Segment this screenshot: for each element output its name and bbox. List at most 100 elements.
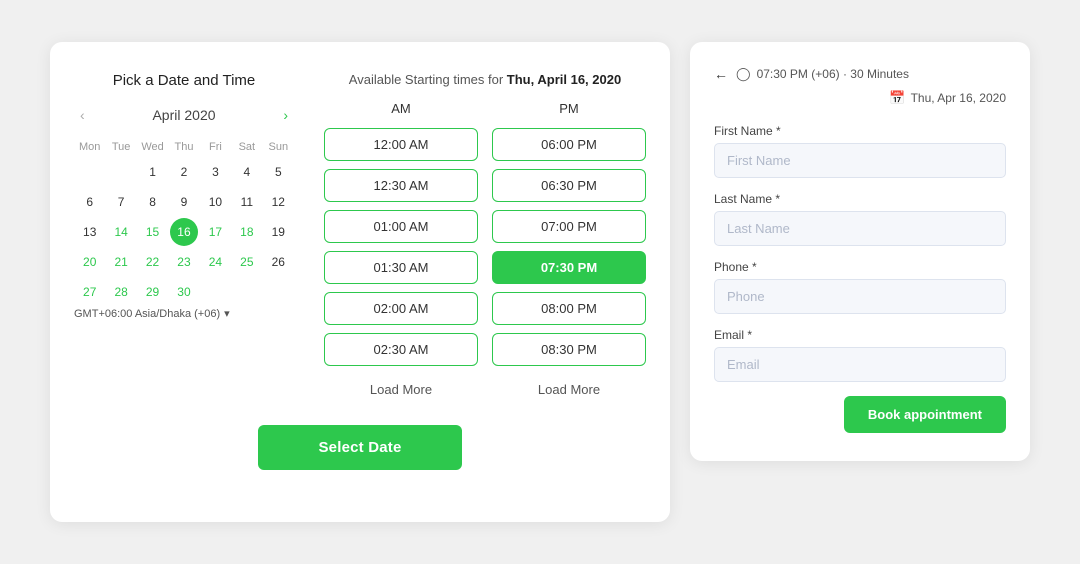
load-more-am[interactable]: Load More [324, 382, 478, 397]
am-header: AM [324, 101, 478, 116]
timezone-label: GMT+06:00 Asia/Dhaka (+06) [74, 308, 220, 320]
calendar-cell-selected[interactable]: 16 [170, 218, 198, 246]
timezone-dropdown-icon: ▾ [224, 307, 230, 320]
calendar-cell[interactable]: 26 [264, 248, 292, 276]
calendar-cell[interactable]: 14 [107, 218, 135, 246]
calendar-nav: ‹ April 2020 › [74, 105, 294, 125]
calendar-month-year: April 2020 [152, 107, 215, 123]
calendar-cell[interactable]: 20 [76, 248, 104, 276]
time-slot-pm-0630[interactable]: 06:30 PM [492, 169, 646, 202]
calendar-week-5: 27 28 29 30 [74, 277, 294, 307]
calendar-grid: Mon Tue Wed Thu Fri Sat Sun 1 2 3 [74, 137, 294, 307]
calendar-header-sat: Sat [231, 137, 262, 157]
next-month-button[interactable]: › [277, 105, 294, 125]
calendar-cell [107, 158, 135, 186]
calendar-title: Pick a Date and Time [74, 72, 294, 89]
time-slot-am-0100[interactable]: 01:00 AM [324, 210, 478, 243]
email-group: Email * [714, 328, 1006, 382]
calendar-week-2: 6 7 8 9 10 11 12 [74, 187, 294, 217]
last-name-label: Last Name * [714, 192, 1006, 206]
calendar-cell[interactable]: 7 [107, 188, 135, 216]
calendar-cell[interactable]: 21 [107, 248, 135, 276]
calendar-cell[interactable]: 25 [233, 248, 261, 276]
time-slot-am-0130[interactable]: 01:30 AM [324, 251, 478, 284]
phone-group: Phone * [714, 260, 1006, 314]
calendar-cell[interactable]: 4 [233, 158, 261, 186]
calendar-cell[interactable]: 10 [201, 188, 229, 216]
calendar-cell[interactable]: 22 [139, 248, 167, 276]
calendar-header-wed: Wed [137, 137, 168, 157]
calendar-cell[interactable]: 29 [139, 278, 167, 306]
calendar-cell[interactable]: 9 [170, 188, 198, 216]
first-name-label: First Name * [714, 124, 1006, 138]
calendar-cell[interactable]: 17 [201, 218, 229, 246]
calendar-header-fri: Fri [200, 137, 231, 157]
calendar-cell[interactable]: 30 [170, 278, 198, 306]
calendar-cell [76, 158, 104, 186]
calendar-cell[interactable]: 2 [170, 158, 198, 186]
calendar-cell[interactable]: 3 [201, 158, 229, 186]
email-input[interactable] [714, 347, 1006, 382]
calendar-cell[interactable]: 12 [264, 188, 292, 216]
calendar-cell[interactable]: 15 [139, 218, 167, 246]
timeslots-columns: AM 12:00 AM 12:30 AM 01:00 AM 01:30 AM 0… [324, 101, 646, 397]
calendar-week-3: 13 14 15 16 17 18 19 [74, 217, 294, 247]
calendar-icon: 📅 [889, 90, 905, 106]
timeslots-section: Available Starting times for Thu, April … [324, 72, 646, 397]
calendar-cell [233, 278, 261, 306]
load-more-pm[interactable]: Load More [492, 382, 646, 397]
calendar-cell[interactable]: 1 [139, 158, 167, 186]
calendar-header-sun: Sun [263, 137, 294, 157]
calendar-header-thu: Thu [168, 137, 199, 157]
calendar-cell[interactable]: 23 [170, 248, 198, 276]
phone-input[interactable] [714, 279, 1006, 314]
prev-month-button[interactable]: ‹ [74, 105, 91, 125]
last-name-group: Last Name * [714, 192, 1006, 246]
pm-header: PM [492, 101, 646, 116]
calendar-cell[interactable]: 24 [201, 248, 229, 276]
time-slot-pm-0800[interactable]: 08:00 PM [492, 292, 646, 325]
first-name-input[interactable] [714, 143, 1006, 178]
time-slot-am-1200[interactable]: 12:00 AM [324, 128, 478, 161]
time-slot-pm-0700[interactable]: 07:00 PM [492, 210, 646, 243]
calendar-cell[interactable]: 8 [139, 188, 167, 216]
select-date-button[interactable]: Select Date [258, 425, 461, 470]
book-appointment-button[interactable]: Book appointment [844, 396, 1006, 433]
calendar-cell[interactable]: 27 [76, 278, 104, 306]
calendar-cell[interactable]: 11 [233, 188, 261, 216]
left-card-inner: Pick a Date and Time ‹ April 2020 › Mon … [74, 72, 646, 397]
calendar-cell[interactable]: 6 [76, 188, 104, 216]
time-slot-pm-0730-selected[interactable]: 07:30 PM [492, 251, 646, 284]
booking-header: ← ◯ 07:30 PM (+06) · 30 Minutes 📅 Thu, A… [714, 66, 1006, 106]
timezone-wrap: GMT+06:00 Asia/Dhaka (+06) ▾ [74, 307, 294, 320]
pm-column: PM 06:00 PM 06:30 PM 07:00 PM 07:30 PM 0… [492, 101, 646, 397]
left-card: Pick a Date and Time ‹ April 2020 › Mon … [50, 42, 670, 522]
last-name-input[interactable] [714, 211, 1006, 246]
first-name-group: First Name * [714, 124, 1006, 178]
calendar-section: Pick a Date and Time ‹ April 2020 › Mon … [74, 72, 294, 397]
calendar-header-row: Mon Tue Wed Thu Fri Sat Sun [74, 137, 294, 157]
time-slot-am-0200[interactable]: 02:00 AM [324, 292, 478, 325]
booking-time-info: ◯ 07:30 PM (+06) · 30 Minutes [736, 66, 909, 82]
calendar-cell [264, 278, 292, 306]
calendar-cell[interactable]: 28 [107, 278, 135, 306]
calendar-week-1: 1 2 3 4 5 [74, 157, 294, 187]
calendar-header-tue: Tue [105, 137, 136, 157]
calendar-cell[interactable]: 19 [264, 218, 292, 246]
calendar-cell [201, 278, 229, 306]
booking-date-info: 📅 Thu, Apr 16, 2020 [889, 90, 1006, 106]
main-container: Pick a Date and Time ‹ April 2020 › Mon … [50, 42, 1030, 522]
calendar-cell[interactable]: 18 [233, 218, 261, 246]
calendar-week-4: 20 21 22 23 24 25 26 [74, 247, 294, 277]
calendar-cell[interactable]: 13 [76, 218, 104, 246]
calendar-header-mon: Mon [74, 137, 105, 157]
calendar-cell[interactable]: 5 [264, 158, 292, 186]
booking-date-text: Thu, Apr 16, 2020 [911, 91, 1006, 105]
time-slot-pm-0600[interactable]: 06:00 PM [492, 128, 646, 161]
time-slot-am-1230[interactable]: 12:30 AM [324, 169, 478, 202]
phone-label: Phone * [714, 260, 1006, 274]
clock-icon: ◯ [736, 66, 751, 82]
back-arrow-button[interactable]: ← [714, 66, 728, 82]
time-slot-am-0230[interactable]: 02:30 AM [324, 333, 478, 366]
time-slot-pm-0830[interactable]: 08:30 PM [492, 333, 646, 366]
